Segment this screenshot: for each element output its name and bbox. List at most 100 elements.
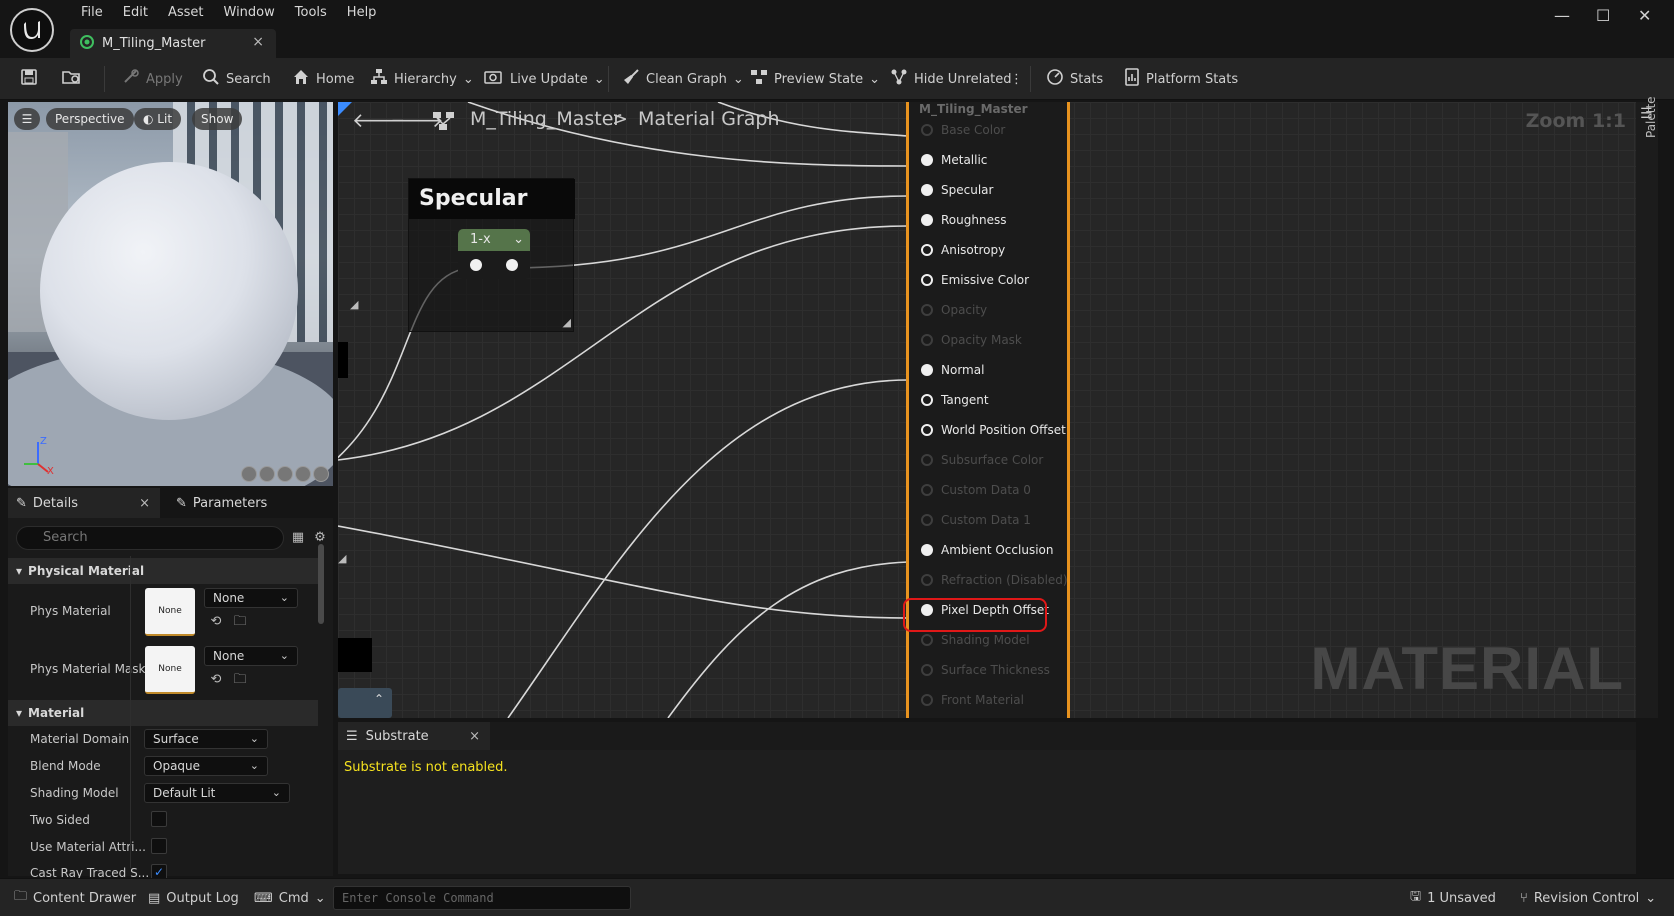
window-close-icon[interactable]: ✕ [1638,6,1651,25]
pin-dot-icon[interactable] [921,334,933,346]
blend-mode-combo[interactable]: Opaque ⌄ [144,756,268,776]
collapsed-node[interactable] [338,638,372,672]
material-pin[interactable]: Emissive Color [921,270,1029,290]
one-minus-node[interactable]: 1-x ⌄ [458,229,530,279]
pin-dot-icon[interactable] [921,664,933,676]
teapot-icon[interactable] [313,466,329,482]
phys-material-mask-combo[interactable]: None ⌄ [204,646,298,666]
search-button[interactable]: Search [202,58,271,100]
shading-model-combo[interactable]: Default Lit ⌄ [144,783,290,803]
material-pin[interactable]: Subsurface Color [921,450,1043,470]
pin-dot-icon[interactable] [921,634,933,646]
tab-details[interactable]: ✎ Details × [8,488,160,518]
cube-icon[interactable] [295,466,311,482]
palette-sidebar[interactable]: ☰ [1636,102,1658,718]
pin-dot-icon[interactable] [921,154,933,166]
browse-asset-icon[interactable]: 🗀 [232,614,248,630]
material-domain-combo[interactable]: Surface ⌄ [144,729,268,749]
toolbar-overflow-icon[interactable]: ⋮ [1010,58,1023,100]
browse-button[interactable] [62,58,82,100]
resize-handle-icon[interactable]: ◢ [338,552,346,565]
use-material-attributes-checkbox[interactable] [151,838,167,854]
pin-dot-icon[interactable] [921,364,933,376]
material-graph[interactable]: 🡐 🡒 M_Tiling_Master > Material Graph Zoo… [338,102,1636,718]
pin-dot-icon[interactable] [921,484,933,496]
output-log-button[interactable]: ▤ Output Log [148,879,239,916]
platform-stats-button[interactable]: Platform Stats [1124,58,1238,100]
browse-asset-icon[interactable]: 🗀 [232,672,248,688]
material-pin[interactable]: Ambient Occlusion [921,540,1053,560]
reset-arrow-icon[interactable]: ⟲ [208,614,224,630]
cmd-dropdown[interactable]: ⌨ Cmd ⌄ [254,879,326,916]
menu-window[interactable]: Window [214,4,285,22]
document-tab-close-icon[interactable]: × [252,34,264,50]
perspective-button[interactable]: Perspective [46,108,134,130]
pin-dot-icon[interactable] [921,274,933,286]
lit-button[interactable]: ◐ Lit [134,108,182,130]
menu-edit[interactable]: Edit [113,4,158,22]
pin-dot-icon[interactable] [921,214,933,226]
preview-viewport[interactable]: ☰ Perspective ◐ Lit Show ZX [8,102,333,486]
clean-graph-dropdown[interactable]: Clean Graph ⌄ [622,58,744,100]
menu-tools[interactable]: Tools [285,4,337,22]
pin-dot-icon[interactable] [921,694,933,706]
palette-label[interactable]: Palette [1644,96,1658,138]
material-pin[interactable]: Specular [921,180,993,200]
material-pin[interactable]: Shading Model [921,630,1030,650]
section-physical-material[interactable]: ▾ Physical Material [8,558,318,584]
output-pin[interactable] [506,259,518,271]
hierarchy-dropdown[interactable]: Hierarchy ⌄ [370,58,474,100]
material-pin[interactable]: Opacity Mask [921,330,1022,350]
unreal-logo-icon[interactable] [10,8,54,52]
reset-arrow-icon[interactable]: ⟲ [208,672,224,688]
live-update-dropdown[interactable]: Live Update ⌄ [484,58,605,100]
breadcrumb-root[interactable]: M_Tiling_Master [470,108,621,130]
document-tab[interactable]: M_Tiling_Master × [70,29,276,58]
cylinder-icon[interactable] [241,466,257,482]
specular-comment-box[interactable]: Specular 1-x ⌄ ◢ [408,178,575,332]
phys-material-mask-thumbnail[interactable]: None [145,646,195,694]
show-button[interactable]: Show [192,108,243,130]
table-view-icon[interactable]: ▦ [290,530,306,546]
stats-button[interactable]: Stats [1046,58,1103,100]
phys-material-combo[interactable]: None ⌄ [204,588,298,608]
pin-dot-icon[interactable] [921,544,933,556]
menu-help[interactable]: Help [337,4,387,22]
unsaved-button[interactable]: 🖫 1 Unsaved [1410,879,1496,916]
pin-dot-icon[interactable] [921,304,933,316]
material-pin[interactable]: Anisotropy [921,240,1005,260]
menu-asset[interactable]: Asset [158,4,214,22]
plane-icon[interactable] [277,466,293,482]
material-pin[interactable]: Surface Thickness [921,660,1050,680]
save-button[interactable] [20,58,38,100]
collapsed-node[interactable]: ⌃ [338,688,392,718]
material-pin[interactable]: Base Color [921,120,1005,140]
minimize-icon[interactable]: — [1554,6,1570,25]
tab-substrate[interactable]: ☰ Substrate × [338,722,490,750]
hide-unrelated-button[interactable]: Hide Unrelated [890,58,1012,100]
sphere-icon[interactable] [259,466,275,482]
content-drawer-button[interactable]: 🗀 Content Drawer [14,879,136,916]
details-scrollbar[interactable] [318,544,324,624]
material-pin[interactable]: Custom Data 1 [921,510,1031,530]
material-pin[interactable]: Metallic [921,150,987,170]
collapsed-node[interactable] [338,342,348,378]
material-pin[interactable]: World Position Offset [921,420,1066,440]
breadcrumb-leaf[interactable]: Material Graph [638,108,780,130]
pin-dot-icon[interactable] [921,454,933,466]
material-pin[interactable]: Front Material [921,690,1024,710]
material-pin[interactable]: Custom Data 0 [921,480,1031,500]
input-pin[interactable] [470,259,482,271]
maximize-icon[interactable]: ☐ [1596,6,1610,25]
menu-file[interactable]: File [71,4,113,22]
home-button[interactable]: Home [292,58,354,100]
material-pin[interactable]: Normal [921,360,984,380]
details-search-input[interactable]: Search [16,526,284,550]
phys-material-thumbnail[interactable]: None [145,588,195,636]
material-pin[interactable]: Tangent [921,390,989,410]
details-column-divider[interactable] [130,556,131,868]
resize-handle-icon[interactable]: ◢ [350,298,358,311]
tab-substrate-close-icon[interactable]: × [469,729,480,744]
material-pin[interactable]: Opacity [921,300,987,320]
pin-dot-icon[interactable] [921,574,933,586]
